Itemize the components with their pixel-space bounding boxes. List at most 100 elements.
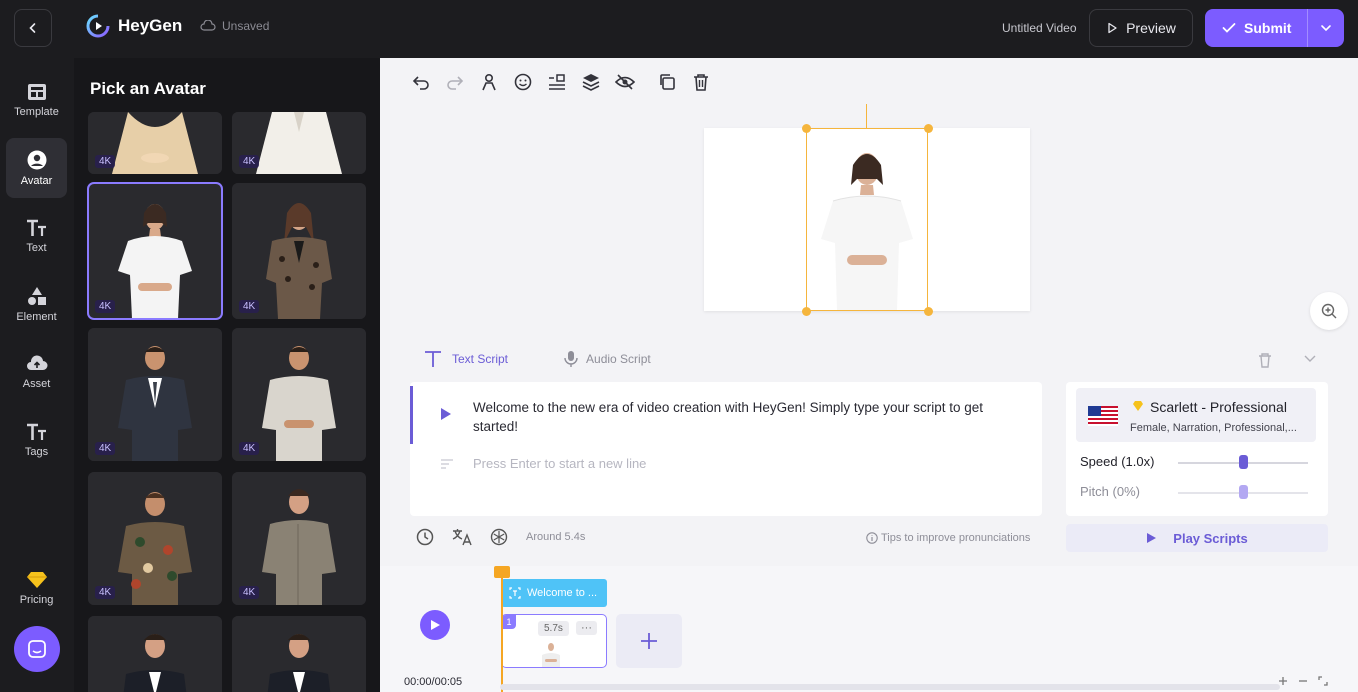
pronunciation-tips-link[interactable]: Tips to improve pronunciations	[866, 532, 1030, 544]
cloud-icon	[200, 20, 216, 31]
script-editor[interactable]: Welcome to the new era of video creation…	[410, 382, 1042, 516]
pitch-slider-handle[interactable]	[1238, 485, 1248, 499]
delete-script-icon[interactable]	[1258, 352, 1272, 368]
logo[interactable]: HeyGen	[86, 14, 182, 38]
chevron-down-icon[interactable]	[1303, 354, 1317, 364]
video-title[interactable]: Untitled Video	[1002, 21, 1077, 35]
rail-item-template[interactable]: Template	[6, 70, 67, 130]
rail-item-pricing[interactable]: Pricing	[6, 558, 67, 618]
avatar-tile[interactable]: 4K	[232, 183, 366, 319]
zoom-out-timeline-icon[interactable]	[1298, 676, 1308, 686]
avatar-tile[interactable]	[88, 616, 222, 692]
redo-button[interactable]	[438, 70, 472, 94]
script-text[interactable]: Welcome to the new era of video creation…	[473, 398, 1013, 436]
text-script-icon	[425, 351, 441, 367]
rail-item-asset[interactable]: Asset	[6, 342, 67, 402]
undo-icon	[412, 76, 429, 90]
avatar-figure	[821, 153, 913, 310]
chat-icon	[28, 640, 46, 658]
submit-label: Submit	[1244, 20, 1292, 36]
active-line-indicator	[410, 386, 413, 444]
script-tabs: Text Script Audio Script	[422, 350, 651, 368]
expression-button[interactable]	[506, 70, 540, 94]
element-icon	[27, 286, 46, 305]
undo-button[interactable]	[404, 70, 438, 94]
tab-text-script[interactable]: Text Script	[452, 352, 508, 366]
diamond-icon	[26, 571, 47, 588]
play-icon	[430, 620, 440, 630]
save-status: Unsaved	[200, 19, 269, 33]
chat-support-button[interactable]	[14, 626, 60, 672]
zoom-button[interactable]	[1310, 292, 1348, 330]
timeline-play-button[interactable]	[420, 610, 450, 640]
avatar-icon	[27, 150, 46, 169]
zoom-in-timeline-icon[interactable]	[1278, 676, 1288, 686]
brand-name: HeyGen	[118, 16, 183, 35]
delete-button[interactable]	[684, 70, 718, 94]
clock-icon[interactable]	[416, 528, 434, 546]
quality-badge: 4K	[95, 442, 116, 455]
play-line-icon[interactable]	[440, 407, 452, 421]
submit-options-button[interactable]	[1307, 9, 1344, 47]
layers-button[interactable]	[574, 70, 608, 94]
add-scene-button[interactable]	[616, 614, 682, 668]
preview-label: Preview	[1126, 20, 1176, 36]
avatar-tile[interactable]: 4K	[232, 112, 366, 174]
preview-button[interactable]: Preview	[1089, 9, 1193, 47]
submit-button[interactable]: Submit	[1205, 9, 1307, 47]
play-scripts-button[interactable]: Play Scripts	[1066, 524, 1328, 552]
avatar-tile-selected[interactable]: 4K	[87, 182, 223, 320]
avatar-tile[interactable]: 4K	[232, 328, 366, 461]
rail-label-element: Element	[16, 310, 57, 323]
upload-cloud-icon	[26, 354, 47, 370]
scene-more-button[interactable]: ···	[576, 621, 597, 635]
duplicate-button[interactable]	[650, 70, 684, 94]
play-icon	[1147, 533, 1157, 543]
save-status-label: Unsaved	[222, 19, 270, 33]
voice-meta: Female, Narration, Professional,...	[1130, 422, 1297, 434]
avatar-tile[interactable]: 4K	[88, 328, 222, 461]
resize-handle[interactable]	[802, 307, 811, 316]
rail-item-element[interactable]: Element	[6, 274, 67, 334]
voice-selector[interactable]: Scarlett - Professional Female, Narratio…	[1076, 388, 1316, 442]
text-clip[interactable]: Welcome to ...	[501, 579, 607, 607]
resize-handle[interactable]	[924, 124, 933, 133]
timeline-scrollbar[interactable]	[500, 684, 1280, 690]
quality-badge: 4K	[239, 442, 260, 455]
resize-handle[interactable]	[924, 307, 933, 316]
resize-handle[interactable]	[802, 124, 811, 133]
plus-icon	[641, 633, 657, 649]
rail-item-tags[interactable]: Tags	[6, 410, 67, 470]
speed-slider-handle[interactable]	[1238, 455, 1248, 469]
rail-item-avatar[interactable]: Avatar	[6, 138, 67, 198]
voice-name: Scarlett - Professional	[1150, 399, 1287, 415]
rail-item-text[interactable]: Text	[6, 206, 67, 266]
playhead-handle[interactable]	[494, 566, 510, 578]
tab-audio-script[interactable]: Audio Script	[586, 352, 651, 366]
app: HeyGen Unsaved Untitled Video Preview Su…	[0, 0, 1358, 692]
avatar-settings-button[interactable]	[472, 70, 506, 94]
back-button[interactable]	[14, 9, 52, 47]
layout-button[interactable]	[540, 70, 574, 94]
hide-button[interactable]	[608, 70, 642, 94]
avatar-tile[interactable]: 4K	[232, 472, 366, 605]
avatar-tile[interactable]: 4K	[88, 112, 222, 174]
new-line-placeholder[interactable]: Press Enter to start a new line	[473, 456, 646, 471]
selected-avatar-frame[interactable]	[806, 128, 928, 311]
speed-label: Speed (1.0x)	[1080, 454, 1155, 469]
premium-diamond-icon	[1133, 401, 1143, 411]
nav-rail: Template Avatar Text Element Asset Tags …	[0, 58, 74, 692]
editor-area: Text Script Audio Script Welcome to the …	[380, 58, 1358, 692]
ai-assist-icon[interactable]	[490, 528, 508, 546]
rail-label-template: Template	[14, 105, 59, 118]
translate-icon[interactable]	[452, 528, 472, 546]
quality-badge: 4K	[239, 586, 260, 599]
avatar-tile[interactable]: 4K	[88, 472, 222, 605]
scene-clip[interactable]: 1 5.7s ···	[501, 614, 607, 668]
fit-timeline-icon[interactable]	[1318, 676, 1328, 686]
playhead[interactable]	[501, 566, 503, 692]
voice-panel: Scarlett - Professional Female, Narratio…	[1066, 382, 1328, 516]
avatar-tile[interactable]	[232, 616, 366, 692]
avatar-panel: Pick an Avatar 4K 4K 4K 4K 4K 4K 4K 4K	[74, 58, 380, 692]
text-clip-label: Welcome to ...	[527, 587, 598, 599]
